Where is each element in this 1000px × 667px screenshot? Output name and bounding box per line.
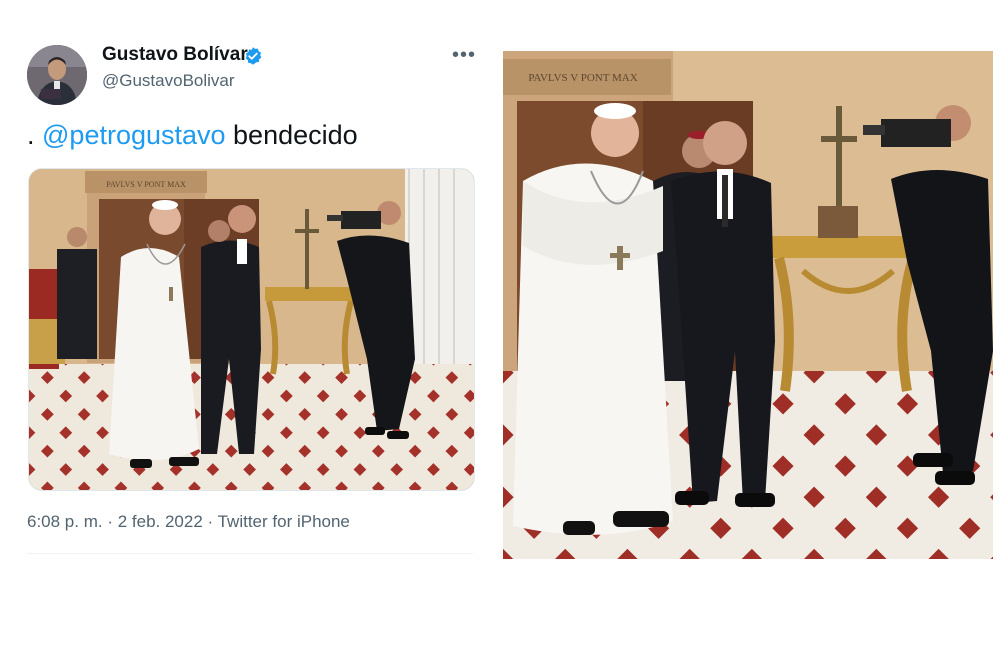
media-inscription: PAVLVS V PONT MAX xyxy=(106,180,186,189)
meta-separator-2: · xyxy=(202,512,218,531)
tweet-text-suffix: bendecido xyxy=(225,120,358,150)
tweet-source[interactable]: Twitter for iPhone xyxy=(218,512,350,531)
author-handle[interactable]: @GustavoBolivar xyxy=(102,71,235,91)
meta-separator-1: · xyxy=(102,512,118,531)
tweet-timestamp[interactable]: 6:08 p. m. xyxy=(27,512,103,531)
tweet-text: . @petrogustavo bendecido xyxy=(27,120,358,151)
verified-badge-icon xyxy=(243,46,263,66)
tweet-meta: 6:08 p. m. · 2 feb. 2022 · Twitter for i… xyxy=(27,512,350,532)
tweet-divider xyxy=(27,553,473,554)
tweet-date[interactable]: 2 feb. 2022 xyxy=(118,512,203,531)
mention-link[interactable]: @petrogustavo xyxy=(42,120,226,150)
author-avatar[interactable] xyxy=(27,45,87,105)
tweet-card: Gustavo Bolívar @GustavoBolivar ••• . @p… xyxy=(0,0,500,667)
tweet-media-photo[interactable]: PAVLVS V PONT MAX xyxy=(28,168,475,491)
comparison-photo: PAVLVS V PONT MAX xyxy=(503,51,993,559)
author-name[interactable]: Gustavo Bolívar xyxy=(102,44,248,66)
photo-inscription: PAVLVS V PONT MAX xyxy=(528,72,637,84)
tweet-text-prefix: . xyxy=(27,120,43,150)
more-horizontal-icon[interactable]: ••• xyxy=(452,44,476,67)
